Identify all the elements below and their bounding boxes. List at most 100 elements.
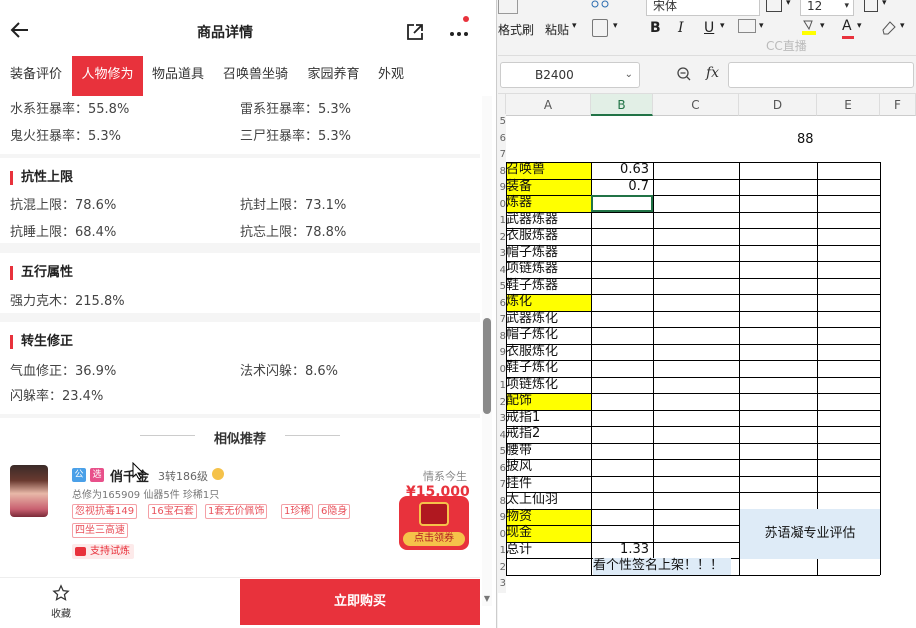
font-color-dropdown-icon[interactable]: ▾ bbox=[857, 21, 862, 31]
cell-border-dropdown-icon[interactable]: ▾ bbox=[759, 21, 764, 31]
category-cell[interactable]: 现金 bbox=[506, 525, 591, 542]
row-header[interactable]: 0 bbox=[498, 196, 506, 213]
category-cell[interactable]: 戒指2 bbox=[506, 426, 591, 443]
row-header[interactable]: 6 bbox=[498, 295, 506, 312]
category-cell[interactable]: 帽子炼化 bbox=[506, 327, 591, 344]
favorite-button[interactable]: 收藏 bbox=[40, 584, 82, 624]
column-header-d[interactable]: D bbox=[739, 94, 817, 116]
eraser-icon[interactable] bbox=[880, 18, 898, 39]
row-header[interactable]: 2 bbox=[498, 394, 506, 411]
category-cell[interactable]: 太上仙羽 bbox=[506, 492, 591, 509]
row-header[interactable]: 3 bbox=[498, 411, 506, 428]
category-cell[interactable]: 配饰 bbox=[506, 393, 591, 410]
row-header[interactable]: 9 bbox=[498, 510, 506, 527]
column-header-a[interactable]: A bbox=[506, 94, 591, 116]
category-cell[interactable]: 炼化 bbox=[506, 294, 591, 311]
row-header[interactable]: 0 bbox=[498, 361, 506, 378]
tab-home[interactable]: 家园养育 bbox=[298, 56, 369, 96]
coupon-badge[interactable]: 点击领券 bbox=[399, 496, 469, 550]
row-header[interactable]: 1 bbox=[498, 378, 506, 395]
italic-button[interactable]: I bbox=[678, 20, 684, 36]
category-cell[interactable]: 项链炼化 bbox=[506, 377, 591, 394]
category-cell[interactable]: 戒指1 bbox=[506, 410, 591, 427]
scroll-down-arrow[interactable]: ▼ bbox=[482, 594, 492, 603]
buy-now-button[interactable]: 立即购买 bbox=[240, 579, 480, 625]
cell-border-icon[interactable] bbox=[738, 19, 756, 33]
underline-dropdown-icon[interactable]: ▾ bbox=[720, 21, 725, 31]
format-painter-icon[interactable] bbox=[498, 0, 518, 14]
category-cell[interactable]: 武器炼器 bbox=[506, 212, 591, 229]
row-header[interactable]: 6 bbox=[498, 130, 506, 147]
column-header-f[interactable]: F bbox=[880, 94, 916, 116]
row-header[interactable]: 4 bbox=[498, 427, 506, 444]
cell-grid[interactable]: 5 6 7 8 9 0 1 2 3 4 5 6 7 8 9 0 1 2 3 4 5 6 7 8 9 0 1 2 3 88 召唤兽 0.63 装备… bbox=[498, 114, 916, 628]
value-cell[interactable]: 1.33 bbox=[591, 542, 649, 559]
zoom-icon[interactable] bbox=[676, 66, 692, 85]
category-cell[interactable]: 装备 bbox=[506, 178, 591, 195]
category-cell[interactable]: 衣服炼化 bbox=[506, 344, 591, 361]
formula-input[interactable] bbox=[728, 62, 914, 88]
row-header[interactable]: 4 bbox=[498, 262, 506, 279]
trial-support[interactable]: 支持试炼 bbox=[72, 544, 134, 559]
clipboard-icon[interactable] bbox=[592, 19, 608, 37]
footer-note-cell[interactable]: 看个性签名上架！！！ bbox=[593, 558, 732, 575]
corner-cell[interactable] bbox=[498, 94, 506, 116]
category-cell[interactable]: 腰带 bbox=[506, 443, 591, 460]
fx-icon[interactable]: fx bbox=[706, 65, 719, 81]
merge-icon[interactable] bbox=[864, 0, 878, 12]
row-header[interactable]: 1 bbox=[498, 543, 506, 560]
value-cell[interactable]: 0.7 bbox=[591, 179, 649, 196]
row-header[interactable]: 3 bbox=[498, 576, 506, 593]
row-header[interactable]: 8 bbox=[498, 328, 506, 345]
category-cell[interactable]: 总计 bbox=[506, 542, 591, 559]
row-header[interactable]: 5 bbox=[498, 444, 506, 461]
column-header-e[interactable]: E bbox=[817, 94, 880, 116]
font-size-select[interactable]: 12 ▾ bbox=[800, 0, 854, 16]
category-cell[interactable]: 物资 bbox=[506, 508, 591, 525]
tab-equipment-review[interactable]: 装备评价 bbox=[0, 56, 72, 96]
font-color-button[interactable]: A bbox=[842, 18, 854, 39]
category-cell[interactable]: 项链炼器 bbox=[506, 261, 591, 278]
category-cell[interactable]: 披风 bbox=[506, 459, 591, 476]
column-header-b[interactable]: B bbox=[591, 94, 653, 116]
row-header[interactable]: 7 bbox=[498, 312, 506, 329]
category-cell[interactable]: 衣服炼器 bbox=[506, 228, 591, 245]
category-cell[interactable]: 武器炼化 bbox=[506, 311, 591, 328]
eraser-dropdown-icon[interactable]: ▾ bbox=[900, 21, 905, 31]
row-header[interactable]: 3 bbox=[498, 246, 506, 263]
category-cell[interactable]: 帽子炼器 bbox=[506, 245, 591, 262]
tab-character-cultivation[interactable]: 人物修为 bbox=[72, 56, 143, 96]
tab-pets-mounts[interactable]: 召唤兽坐骑 bbox=[213, 56, 298, 96]
row-header[interactable]: 2 bbox=[498, 559, 506, 576]
column-header-c[interactable]: C bbox=[653, 94, 739, 116]
scrollbar[interactable]: ▼ bbox=[482, 96, 492, 606]
format-painter-button[interactable]: 格式刷 bbox=[498, 21, 534, 38]
paste-dropdown-icon[interactable]: ▾ bbox=[572, 21, 577, 31]
row-header[interactable]: 2 bbox=[498, 229, 506, 246]
row-header[interactable]: 8 bbox=[498, 163, 506, 180]
row-header[interactable]: 0 bbox=[498, 526, 506, 543]
category-cell[interactable]: 鞋子炼器 bbox=[506, 278, 591, 295]
tab-appearance[interactable]: 外观 bbox=[369, 56, 413, 96]
row-header[interactable]: 9 bbox=[498, 345, 506, 362]
row-header[interactable]: 7 bbox=[498, 477, 506, 494]
underline-button[interactable]: U bbox=[704, 20, 714, 36]
name-box-dropdown-icon[interactable]: ⌄ bbox=[625, 63, 633, 87]
share-icon[interactable] bbox=[405, 22, 425, 42]
row-header[interactable]: 9 bbox=[498, 180, 506, 197]
merge-dropdown-icon[interactable]: ▾ bbox=[882, 0, 887, 8]
font-name-select[interactable]: 宋体 bbox=[646, 0, 760, 16]
row-header[interactable]: 1 bbox=[498, 213, 506, 230]
fill-color-dropdown-icon[interactable]: ▾ bbox=[820, 21, 825, 31]
value-cell[interactable]: 0.63 bbox=[591, 162, 649, 179]
category-cell[interactable]: 鞋子炼化 bbox=[506, 360, 591, 377]
selected-cell[interactable] bbox=[591, 195, 653, 212]
evaluator-cell[interactable]: 苏语凝专业评估 bbox=[739, 509, 880, 559]
bold-button[interactable]: B bbox=[650, 20, 661, 36]
borders-dropdown-icon[interactable]: ▾ bbox=[786, 0, 791, 8]
character-avatar[interactable] bbox=[10, 465, 48, 517]
category-cell[interactable]: 召唤兽 bbox=[506, 162, 591, 179]
row-header[interactable]: 6 bbox=[498, 460, 506, 477]
row-header[interactable]: 8 bbox=[498, 493, 506, 510]
more-icon[interactable] bbox=[447, 22, 471, 42]
